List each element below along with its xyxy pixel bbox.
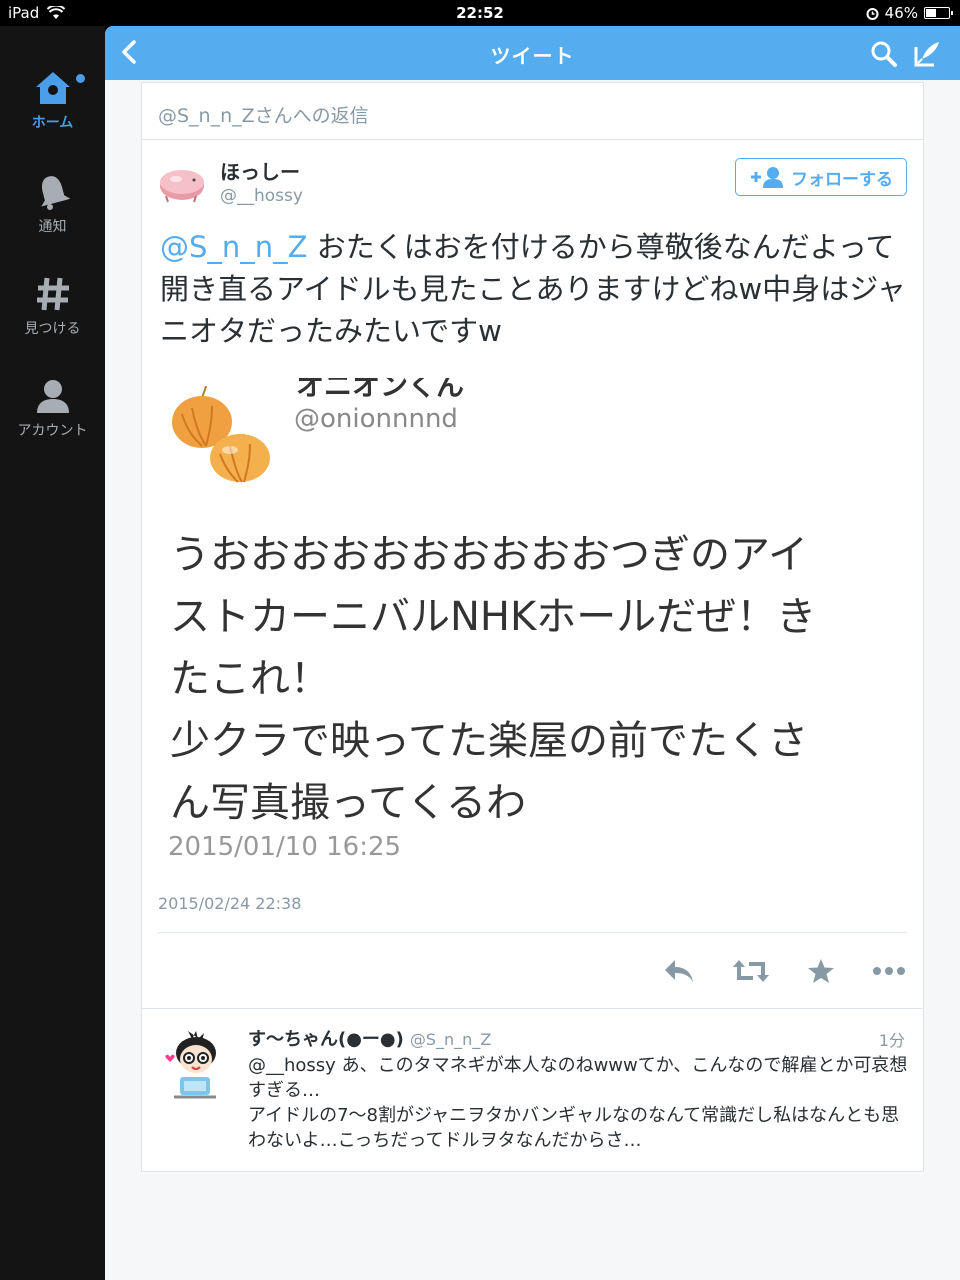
avatar[interactable] — [158, 1027, 232, 1101]
battery-icon — [924, 7, 953, 19]
author-handle[interactable]: @__hossy — [220, 186, 303, 206]
embedded-author-handle: @onionnnnd — [294, 404, 458, 434]
sidebar-item-label: 通知 — [38, 219, 67, 235]
avatar[interactable] — [158, 158, 206, 206]
tweet-timestamp: 2015/02/24 22:38 — [158, 894, 302, 913]
reply-context[interactable]: @S_n_n_Zさんへの返信 — [141, 82, 924, 140]
sidebar-item-label: アカウント — [17, 423, 88, 439]
reply-text: @__hossy あ、このタマネギが本人なのねwwwてか、こんなので解雇とか可哀… — [248, 1053, 908, 1153]
follow-button[interactable]: フォローする — [735, 158, 907, 196]
unread-dot — [76, 74, 85, 83]
reply-body-2: アイドルの7〜8割がジャニヲタかバンギャルなのなんて常識だし私はなんとも思わない… — [248, 1105, 900, 1151]
sidebar: ホーム 通知 見つける アカウント — [0, 26, 105, 1280]
embedded-screenshot[interactable]: オニオンくん @onionnnnd うおおおおおおおおおおつぎのアイ ストカーニ… — [160, 378, 910, 878]
compose-icon[interactable] — [912, 39, 942, 69]
alarm-icon — [866, 7, 879, 20]
reply-tweet[interactable]: す〜ちゃん(●ー●) @S_n_n_Z 1分 @__hossy あ、このタマネギが… — [141, 1008, 924, 1172]
sidebar-item-label: 見つける — [24, 321, 81, 337]
reply-icon[interactable] — [663, 958, 695, 984]
reply-mention-text[interactable]: @__hossy — [248, 1055, 336, 1076]
favorite-star-icon[interactable] — [807, 958, 835, 984]
sidebar-item-discover[interactable]: 見つける — [0, 276, 105, 338]
clock: 22:52 — [456, 4, 504, 22]
retweet-icon[interactable] — [733, 958, 769, 984]
person-icon — [36, 380, 69, 413]
tweet-detail: ほっしー @__hossy フォローする @S_n_n_Z おたくはおを付けるか… — [141, 139, 924, 1009]
embedded-timestamp: 2015/01/10 16:25 — [168, 832, 402, 862]
embedded-tweet-text: うおおおおおおおおおおつぎのアイ ストカーニバルNHKホールだぜ！き たこれ！ … — [170, 524, 900, 834]
tweet-actions — [663, 958, 905, 984]
reply-timestamp: 1分 — [878, 1031, 905, 1050]
battery-level — [926, 9, 936, 17]
sidebar-item-label: ホーム — [31, 115, 74, 131]
search-icon[interactable] — [870, 40, 898, 68]
embedded-text-line: ストカーニバルNHKホールだぜ！き — [170, 594, 817, 640]
reply-author[interactable]: す〜ちゃん(●ー●) @S_n_n_Z — [248, 1025, 491, 1051]
nav-bar: ツイート — [105, 26, 960, 80]
embedded-text-line: ん写真撮ってくるわ — [170, 780, 526, 826]
follow-label: フォローする — [791, 169, 893, 190]
author-name[interactable]: ほっしー — [220, 156, 300, 185]
tweet-text: @S_n_n_Z おたくはおを付けるから尊敬後なんだよって開き直るアイドルも見た… — [160, 226, 910, 352]
reply-author-handle: @S_n_n_Z — [409, 1030, 492, 1049]
reply-author-name: す〜ちゃん(●ー●) — [248, 1029, 404, 1050]
embedded-text-line: 少クラで映ってた楽屋の前でたくさ — [170, 718, 808, 764]
bell-icon — [40, 176, 70, 210]
home-icon — [35, 72, 70, 104]
sidebar-item-home[interactable]: ホーム — [0, 70, 105, 132]
reply-text-line: @__hossy あ、このタマネギが本人なのねwwwてか、こんなので解雇とか可哀… — [248, 1053, 908, 1103]
divider — [158, 932, 907, 933]
main-panel: ツイート @S_n_n_Zさんへの返信 ほっしー @__hossy フォローする… — [105, 26, 960, 1280]
embedded-author-name: オニオンくん — [296, 378, 465, 402]
page-title: ツイート — [490, 44, 575, 68]
hashtag-icon — [36, 277, 69, 311]
sidebar-item-account[interactable]: アカウント — [0, 378, 105, 440]
onion-avatar-image — [172, 385, 270, 483]
add-user-icon — [751, 167, 783, 188]
embedded-text-line: たこれ！ — [170, 656, 330, 702]
sidebar-item-notifications[interactable]: 通知 — [0, 174, 105, 236]
embedded-text-line: うおおおおおおおおおおつぎのアイ — [170, 532, 808, 578]
mention-link[interactable]: @S_n_n_Z — [160, 230, 308, 264]
more-dots-icon[interactable] — [873, 966, 905, 976]
battery-percent: 46% — [884, 4, 918, 22]
reply-body-1: あ、このタマネギが本人なのねwwwてか、こんなので解雇とか可哀想すぎる… — [248, 1055, 908, 1101]
status-bar: iPad 22:52 46% — [0, 0, 960, 26]
